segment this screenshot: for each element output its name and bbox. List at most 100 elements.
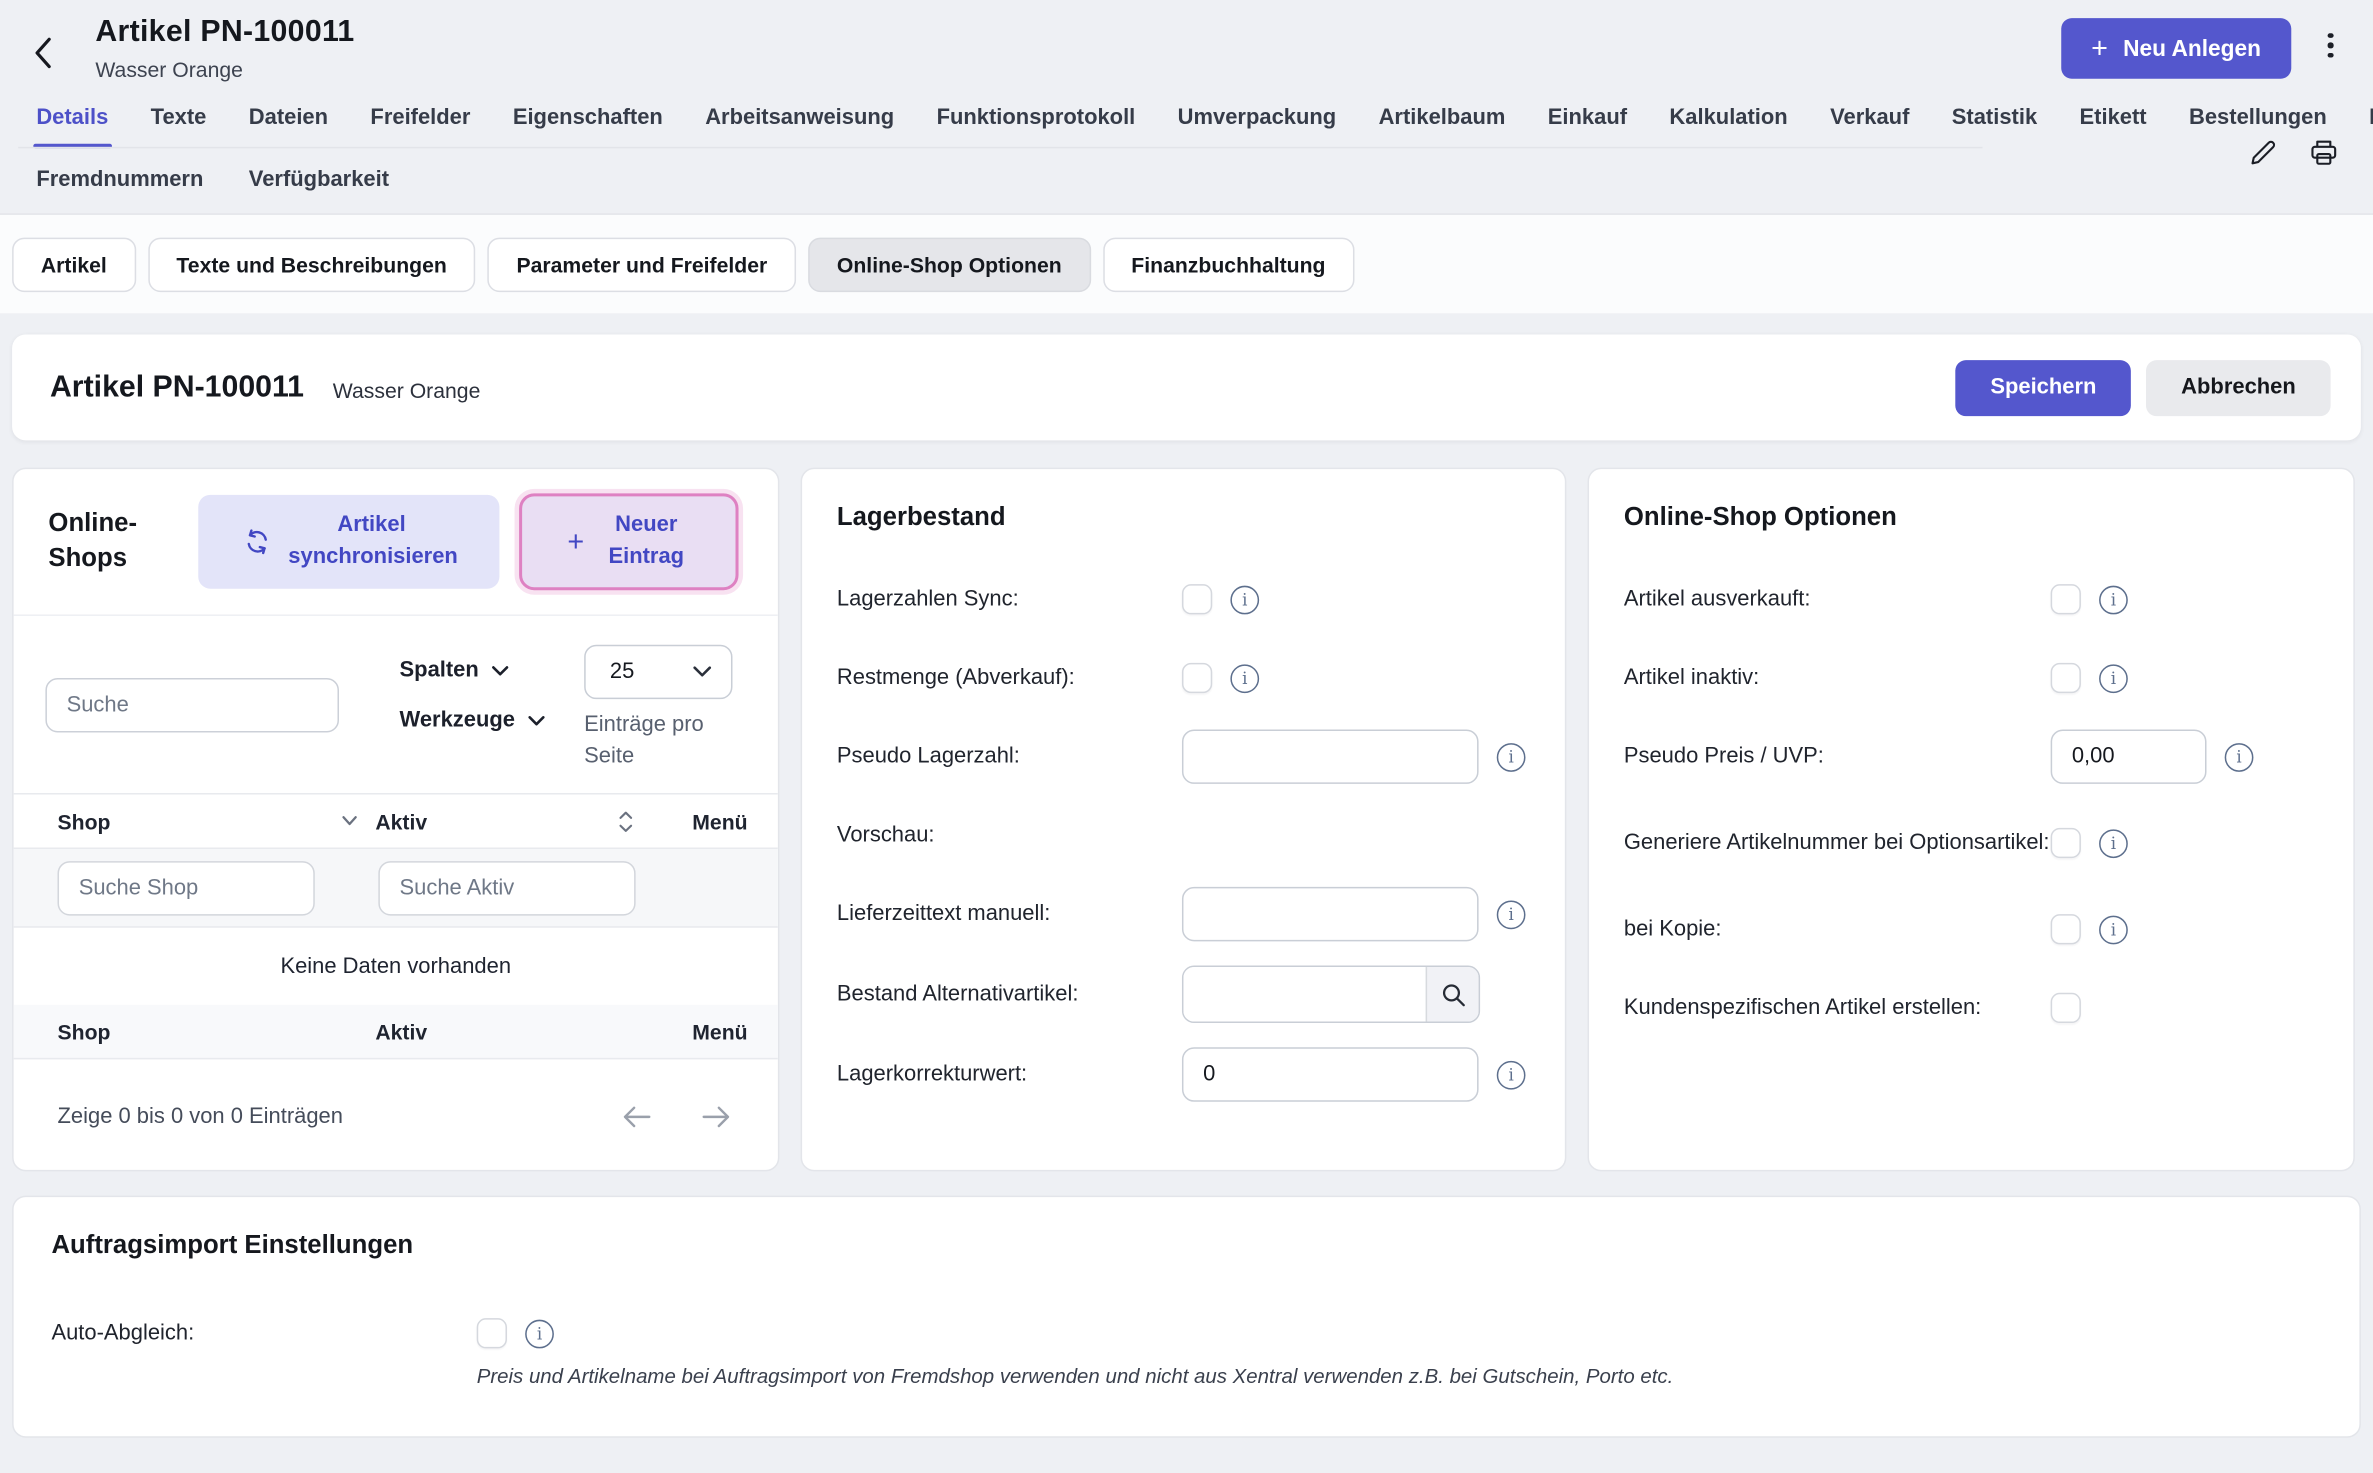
info-icon[interactable] [2099,664,2128,693]
lagerkorrekturwert-input[interactable] [1182,1047,1479,1101]
tab-etikett[interactable]: Etikett [2080,106,2147,130]
tab-artikelbaum[interactable]: Artikelbaum [1379,106,1506,130]
back-chevron-icon [33,36,53,69]
new-entry-label: Neuer Eintrag [602,510,690,574]
tab-dateien[interactable]: Dateien [249,106,328,130]
pill-finanzbuchhaltung[interactable]: Finanzbuchhaltung [1103,238,1355,292]
auto-abgleich-note: Preis und Artikelname bei Auftragsimport… [477,1365,2322,1388]
bestand-alternativartikel-label: Bestand Alternativartikel: [837,979,1182,1010]
table-filter-row [14,849,778,928]
tools-dropdown[interactable]: Werkzeuge [400,705,546,735]
info-icon[interactable] [525,1319,554,1348]
pseudo-lagerzahl-label: Pseudo Lagerzahl: [837,741,1182,772]
auto-abgleich-checkbox[interactable] [477,1318,507,1348]
columns-dropdown[interactable]: Spalten [400,655,510,685]
page-title: Artikel PN-100011 [95,15,354,50]
lagerzahlen-sync-checkbox[interactable] [1182,584,1212,614]
pagination-prev-button[interactable] [620,1103,653,1130]
sort-updown-icon[interactable] [619,810,633,831]
tab-einkauf[interactable]: Einkauf [1548,106,1627,130]
tab-bestellungen[interactable]: Bestellungen [2189,106,2327,130]
auftragsimport-title: Auftragsimport Einstellungen [51,1230,2321,1260]
table-search-input[interactable] [45,678,339,732]
lagerzahlen-sync-label: Lagerzahlen Sync: [837,584,1182,615]
restmenge-checkbox[interactable] [1182,663,1212,693]
cancel-button[interactable]: Abbrechen [2146,359,2330,415]
info-icon[interactable] [1497,742,1526,771]
filter-shop-input[interactable] [58,860,315,914]
new-create-button[interactable]: + Neu Anlegen [2061,18,2291,79]
tab-texte[interactable]: Texte [151,106,207,130]
tab-statistik[interactable]: Statistik [1952,106,2037,130]
pill-online-shop-optionen[interactable]: Online-Shop Optionen [808,238,1090,292]
page-size-select[interactable]: 25 [584,645,732,699]
plus-icon: + [567,527,584,556]
tab-eigenschaften[interactable]: Eigenschaften [513,106,663,130]
tab-bar-row2: Fremdnummern Verfügbarkeit [18,168,2349,213]
tab-funktionsprotokoll[interactable]: Funktionsprotokoll [937,106,1136,130]
artikel-inaktiv-checkbox[interactable] [2051,663,2081,693]
tab-kalkulation[interactable]: Kalkulation [1669,106,1787,130]
restmenge-label: Restmenge (Abverkauf): [837,663,1182,694]
bei-kopie-label: bei Kopie: [1624,914,2051,945]
pseudo-preis-input[interactable] [2051,729,2207,783]
chevron-down-icon [492,665,509,676]
tab-bar: Details Texte Dateien Freifelder Eigensc… [18,106,2349,130]
info-icon[interactable] [2225,742,2254,771]
tab-details[interactable]: Details [36,106,108,130]
pill-texte-und-beschreibungen[interactable]: Texte und Beschreibungen [148,238,476,292]
article-search-button[interactable] [1426,967,1479,1021]
bei-kopie-checkbox[interactable] [2051,914,2081,944]
info-icon[interactable] [1230,664,1259,693]
tab-belege[interactable]: Belege [2369,106,2373,130]
pseudo-lagerzahl-input[interactable] [1182,729,1479,783]
info-icon[interactable] [1230,585,1259,614]
kebab-menu-button[interactable] [2312,15,2348,76]
artikel-ausverkauft-label: Artikel ausverkauft: [1624,584,2051,615]
generiere-artikelnummer-checkbox[interactable] [2051,828,2081,858]
pagination-next-button[interactable] [699,1103,732,1130]
save-button[interactable]: Speichern [1956,359,2132,415]
edit-button[interactable] [2244,135,2280,171]
lieferzeittext-input[interactable] [1182,887,1479,941]
tab-arbeitsanweisung[interactable]: Arbeitsanweisung [705,106,894,130]
info-icon[interactable] [2099,829,2128,858]
vorschau-label: Vorschau: [837,820,1182,851]
column-header-aktiv[interactable]: Aktiv [375,809,427,833]
filter-aktiv-input[interactable] [378,860,635,914]
tab-umverpackung[interactable]: Umverpackung [1178,106,1337,130]
form-title: Artikel PN-100011 [50,370,304,405]
info-icon[interactable] [1497,1060,1526,1089]
kundenspezifisch-checkbox[interactable] [2051,993,2081,1023]
pill-parameter-und-freifelder[interactable]: Parameter und Freifelder [488,238,796,292]
pill-artikel[interactable]: Artikel [12,238,135,292]
bestand-alternativartikel-input[interactable] [1183,967,1425,1021]
new-entry-button[interactable]: + Neuer Eintrag [519,493,738,590]
page-size-caption: Einträge pro Seite [584,710,732,774]
page-subtitle: Wasser Orange [95,58,354,82]
plus-icon: + [2091,34,2108,63]
shop-optionen-title: Online-Shop Optionen [1624,502,2317,532]
info-icon[interactable] [2099,915,2128,944]
chevron-down-icon [693,666,711,678]
sync-icon [243,528,270,555]
column-header-shop: Shop [58,1019,111,1043]
artikel-ausverkauft-checkbox[interactable] [2051,584,2081,614]
arrow-left-icon [624,1106,651,1127]
print-button[interactable] [2305,135,2343,171]
shop-optionen-panel: Online-Shop Optionen Artikel ausverkauft… [1588,468,2355,1172]
tab-fremdnummern[interactable]: Fremdnummern [36,168,203,192]
back-button[interactable] [33,36,53,69]
column-header-shop[interactable]: Shop [58,809,111,833]
table-empty-message: Keine Daten vorhanden [14,928,778,1005]
column-header-menu: Menü [672,1019,748,1043]
sort-down-icon[interactable] [342,816,357,827]
pencil-icon [2247,138,2277,168]
tab-verkauf[interactable]: Verkauf [1830,106,1909,130]
tab-verfuegbarkeit[interactable]: Verfügbarkeit [249,168,389,192]
tab-freifelder[interactable]: Freifelder [370,106,470,130]
info-icon[interactable] [2099,585,2128,614]
lagerkorrekturwert-label: Lagerkorrekturwert: [837,1059,1182,1090]
info-icon[interactable] [1497,900,1526,929]
sync-articles-button[interactable]: Artikel synchronisieren [198,495,499,589]
